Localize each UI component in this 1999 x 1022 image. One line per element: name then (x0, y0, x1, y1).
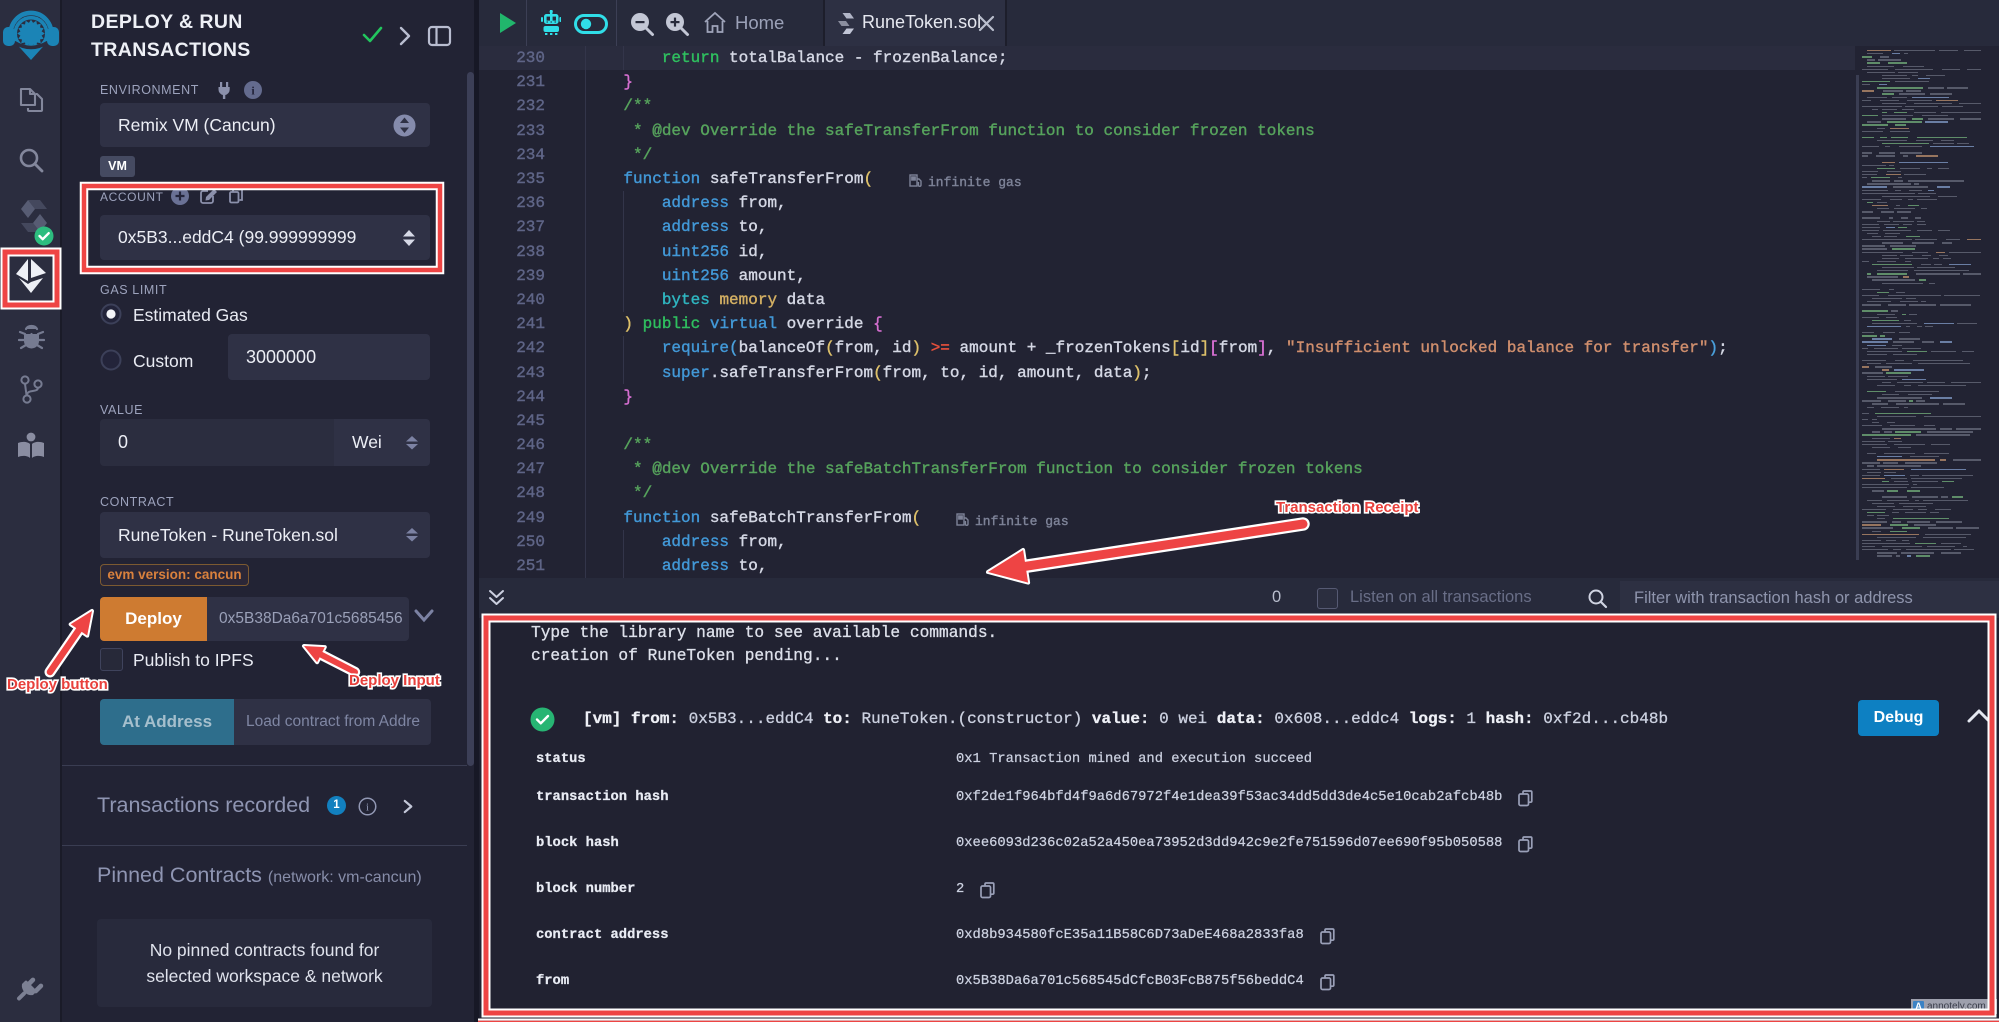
svg-text:i: i (366, 802, 369, 814)
